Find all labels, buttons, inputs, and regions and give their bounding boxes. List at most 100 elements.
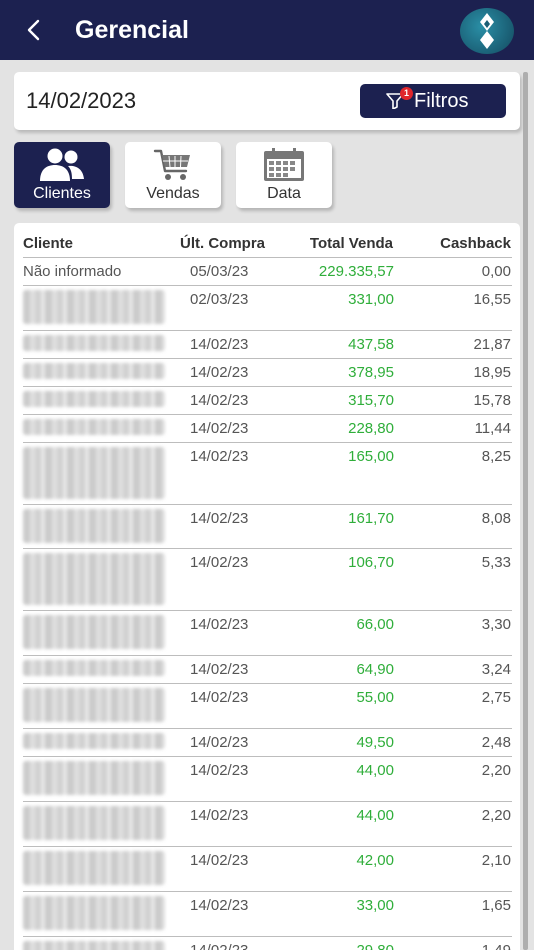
cell-total-venda: 29,80 — [356, 942, 394, 950]
tab-clientes[interactable]: Clientes — [14, 142, 110, 208]
cell-cashback: 8,08 — [481, 510, 511, 527]
redacted-name — [23, 941, 165, 950]
cell-total-venda: 229.335,57 — [318, 263, 394, 280]
table-row[interactable]: 14/02/23 315,70 15,78 — [23, 386, 512, 414]
table-row[interactable]: 14/02/23 378,95 18,95 — [23, 358, 512, 386]
selected-date[interactable]: 14/02/2023 — [26, 86, 136, 116]
scrollbar[interactable] — [523, 72, 528, 950]
table-row[interactable]: Não informado 05/03/23 229.335,57 0,00 — [23, 257, 512, 285]
cell-total-venda: 331,00 — [348, 291, 394, 308]
redacted-name — [23, 688, 165, 722]
table-row[interactable]: 14/02/23 44,00 2,20 — [23, 801, 512, 846]
cell-cashback: 21,87 — [473, 336, 511, 353]
cart-icon — [153, 149, 190, 180]
table-row[interactable]: 14/02/23 33,00 1,65 — [23, 891, 512, 936]
table-row[interactable]: 14/02/23 55,00 2,75 — [23, 683, 512, 728]
cell-total-venda: 165,00 — [348, 448, 394, 465]
cell-total-venda: 437,58 — [348, 336, 394, 353]
table-row[interactable]: 14/02/23 44,00 2,20 — [23, 756, 512, 801]
cell-cashback: 11,44 — [474, 420, 511, 437]
cell-cliente: Não informado — [23, 263, 122, 280]
header-total-venda[interactable]: Total Venda — [310, 235, 393, 253]
cell-ult-compra: 14/02/23 — [190, 336, 249, 353]
cell-ult-compra: 14/02/23 — [190, 420, 249, 437]
page-title: Gerencial — [75, 16, 189, 44]
cell-ult-compra: 05/03/23 — [190, 263, 249, 280]
redacted-name — [23, 660, 165, 676]
tab-clientes-label: Clientes — [33, 185, 91, 202]
table-row[interactable]: 14/02/23 165,00 8,25 — [23, 442, 512, 504]
cell-ult-compra: 02/03/23 — [190, 291, 249, 308]
cell-cashback: 15,78 — [473, 392, 511, 409]
table-row[interactable]: 14/02/23 49,50 2,48 — [23, 728, 512, 756]
table-row[interactable]: 14/02/23 106,70 5,33 — [23, 548, 512, 610]
table-row[interactable]: 14/02/23 228,80 11,44 — [23, 414, 512, 442]
redacted-name — [23, 447, 165, 499]
redacted-name — [23, 509, 165, 543]
table-header: Cliente Últ. Compra Total Venda Cashback — [14, 223, 520, 257]
table-row[interactable]: 02/03/23 331,00 16,55 — [23, 285, 512, 330]
cell-cashback: 5,33 — [481, 554, 511, 571]
cell-cashback: 3,30 — [481, 616, 511, 633]
cell-ult-compra: 14/02/23 — [190, 852, 249, 869]
redacted-name — [23, 851, 165, 885]
cell-total-venda: 44,00 — [356, 807, 394, 824]
redacted-name — [23, 335, 165, 351]
cell-total-venda: 49,50 — [356, 734, 394, 751]
back-arrow-icon[interactable] — [22, 17, 46, 43]
cell-ult-compra: 14/02/23 — [190, 734, 249, 751]
redacted-name — [23, 761, 165, 795]
header-cliente[interactable]: Cliente — [23, 235, 73, 253]
cell-cashback: 1,49 — [482, 942, 511, 950]
cell-ult-compra: 14/02/23 — [190, 942, 248, 950]
date-filter-card: 14/02/2023 1 Filtros — [14, 72, 520, 130]
cell-cashback: 2,75 — [481, 689, 511, 706]
cell-ult-compra: 14/02/23 — [190, 364, 249, 381]
table-row[interactable]: 14/02/23 161,70 8,08 — [23, 504, 512, 548]
redacted-name — [23, 615, 165, 649]
people-icon — [40, 148, 84, 181]
cell-cashback: 2,20 — [481, 807, 511, 824]
cell-ult-compra: 14/02/23 — [190, 807, 249, 824]
calendar-icon — [264, 148, 304, 181]
cell-total-venda: 106,70 — [348, 554, 394, 571]
table-row[interactable]: 14/02/23 64,90 3,24 — [23, 655, 512, 683]
cell-total-venda: 33,00 — [356, 897, 394, 914]
tab-data-label: Data — [267, 185, 301, 202]
header-ult-compra[interactable]: Últ. Compra — [180, 235, 265, 253]
cell-cashback: 8,25 — [481, 448, 511, 465]
cell-ult-compra: 14/02/23 — [190, 392, 249, 409]
cell-cashback: 2,48 — [481, 734, 511, 751]
cell-ult-compra: 14/02/23 — [190, 689, 249, 706]
cell-total-venda: 378,95 — [348, 364, 394, 381]
cell-cashback: 2,20 — [481, 762, 511, 779]
app-header: Gerencial — [0, 0, 534, 60]
tab-vendas[interactable]: Vendas — [125, 142, 221, 208]
redacted-name — [23, 553, 165, 605]
redacted-name — [23, 290, 165, 324]
table-row[interactable]: 14/02/23 42,00 2,10 — [23, 846, 512, 891]
cell-total-venda: 315,70 — [348, 392, 394, 409]
redacted-name — [23, 806, 165, 840]
filter-count-badge: 1 — [400, 87, 413, 100]
table-row[interactable]: 14/02/23 66,00 3,30 — [23, 610, 512, 655]
redacted-name — [23, 733, 165, 749]
header-cashback[interactable]: Cashback — [440, 235, 511, 253]
table-row[interactable]: 14/02/23 437,58 21,87 — [23, 330, 512, 358]
filters-button[interactable]: 1 Filtros — [360, 84, 506, 118]
cell-ult-compra: 14/02/23 — [190, 661, 249, 678]
cell-total-venda: 64,90 — [356, 661, 394, 678]
redacted-name — [23, 391, 165, 407]
cell-cashback: 16,55 — [473, 291, 511, 308]
cell-cashback: 2,10 — [481, 852, 511, 869]
cell-total-venda: 161,70 — [348, 510, 394, 527]
tab-data[interactable]: Data — [236, 142, 332, 208]
redacted-name — [23, 363, 165, 379]
cell-ult-compra: 14/02/23 — [190, 762, 249, 779]
cell-ult-compra: 14/02/23 — [190, 897, 249, 914]
cell-cashback: 1,65 — [481, 897, 511, 914]
cell-cashback: 18,95 — [473, 364, 511, 381]
cell-ult-compra: 14/02/23 — [190, 510, 249, 527]
table-row[interactable]: 14/02/23 29,80 1,49 — [23, 936, 512, 950]
redacted-name — [23, 896, 165, 930]
